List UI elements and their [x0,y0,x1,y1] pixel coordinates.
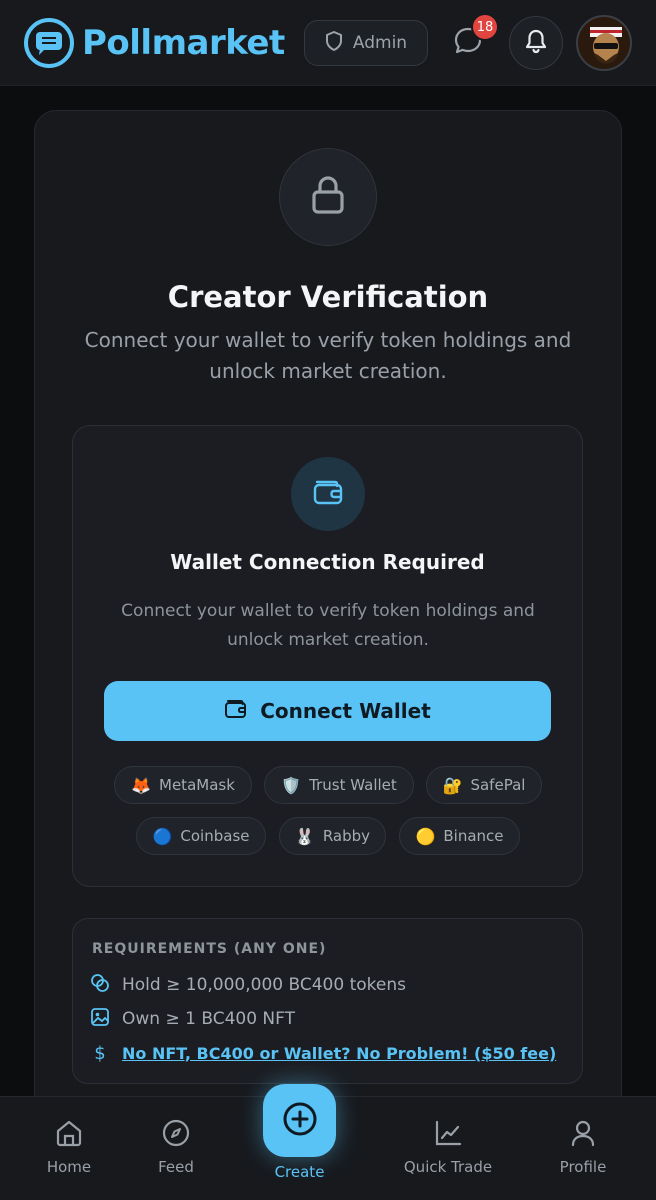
provider-chip-rabby[interactable]: 🐰 Rabby [279,817,386,855]
home-icon [54,1118,84,1152]
shield-icon: 🛡️ [281,775,302,795]
fee-link[interactable]: No NFT, BC400 or Wallet? No Problem! ($5… [122,1044,556,1063]
nav-profile[interactable]: Profile [557,1118,609,1176]
nav-home-label: Home [46,1158,92,1176]
provider-chip-metamask[interactable]: 🦊 MetaMask [114,766,252,804]
lock-badge [279,148,377,246]
blue-circle-icon: 🔵 [152,826,173,846]
wallet-badge [291,457,365,531]
provider-chip-binance[interactable]: 🟡 Binance [399,817,520,855]
nav-quick-trade[interactable]: Quick Trade [400,1118,496,1176]
nav-feed[interactable]: Feed [154,1118,198,1176]
provider-chip-coinbase[interactable]: 🔵 Coinbase [136,817,266,855]
lock-icon [308,174,348,220]
requirement-fee: $ No NFT, BC400 or Wallet? No Problem! (… [90,1041,556,1065]
yellow-circle-icon: 🟡 [415,826,436,846]
connect-wallet-label: Connect Wallet [260,699,431,723]
requirements-title: REQUIREMENTS (ANY ONE) [92,941,327,957]
nav-quick-trade-label: Quick Trade [403,1158,493,1176]
wallet-icon [224,698,248,725]
shield-icon [325,30,343,56]
provider-label: Rabby [322,827,371,845]
plus-circle-icon [281,1100,319,1142]
requirement-text: Hold ≥ 10,000,000 BC400 tokens [122,975,406,995]
provider-label: Coinbase [180,827,250,845]
message-count-badge: 18 [471,13,499,41]
image-icon [90,1007,110,1032]
requirement-nft: Own ≥ 1 BC400 NFT [90,1007,295,1031]
page-subtitle: Connect your wallet to verify token hold… [84,328,572,383]
provider-label: Trust Wallet [309,776,397,794]
wallet-icon [311,477,345,511]
nav-home[interactable]: Home [46,1118,92,1176]
wallet-title: Wallet Connection Required [170,550,485,574]
admin-label: Admin [352,33,408,53]
wallet-description: Connect your wallet to verify token hold… [121,601,535,650]
user-icon [568,1118,598,1152]
provider-chip-safepal[interactable]: 🔐 SafePal [426,766,542,804]
page-title: Creator Verification [167,280,489,314]
logo-icon [24,18,74,68]
admin-button[interactable]: Admin [304,20,428,66]
requirement-text: Own ≥ 1 BC400 NFT [122,1009,295,1029]
nav-profile-label: Profile [559,1158,607,1176]
provider-chip-trust-wallet[interactable]: 🛡️ Trust Wallet [264,766,414,804]
coins-icon [90,973,110,998]
notifications-button[interactable] [509,16,563,70]
fox-icon: 🦊 [131,775,152,795]
chart-icon [433,1118,463,1152]
brand-logo[interactable]: Pollmarket [24,17,285,69]
requirement-tokens: Hold ≥ 10,000,000 BC400 tokens [90,973,406,997]
compass-icon [161,1118,191,1152]
brand-name: Pollmarket [82,23,285,63]
nav-create-label: Create [274,1163,325,1181]
provider-label: MetaMask [159,776,235,794]
rabbit-icon: 🐰 [294,826,315,846]
connect-wallet-button[interactable]: Connect Wallet [104,681,551,741]
avatar[interactable] [576,15,632,71]
top-header: Pollmarket Admin 18 [0,0,656,86]
provider-label: Binance [443,827,504,845]
provider-label: SafePal [470,776,526,794]
create-button[interactable] [263,1084,336,1157]
lock-key-icon: 🔐 [442,775,463,795]
nav-feed-label: Feed [158,1158,194,1176]
dollar-icon: $ [94,1042,106,1064]
bell-icon [524,28,548,58]
